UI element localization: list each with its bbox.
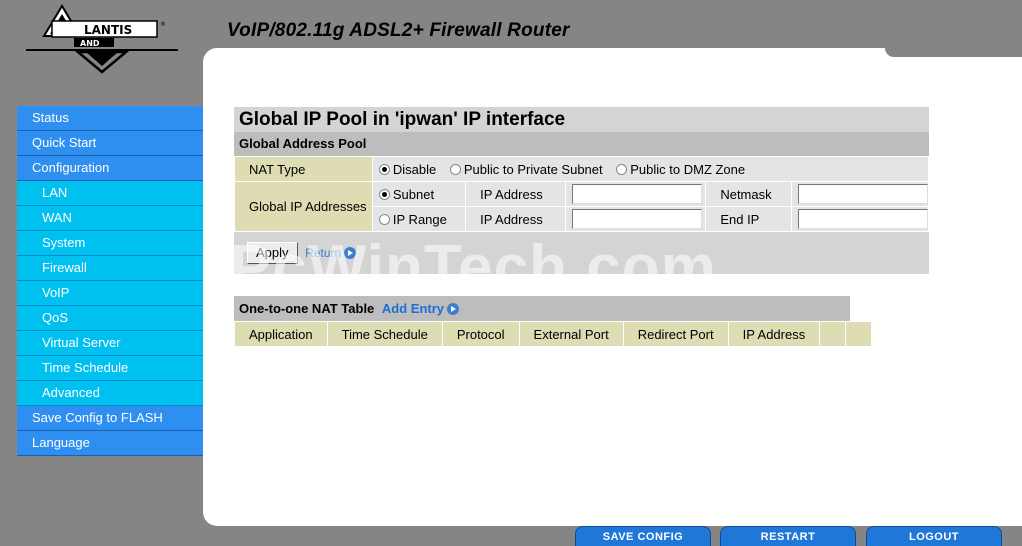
- sidebar-item-virtual-server[interactable]: Virtual Server: [17, 331, 203, 356]
- sidebar-item-time-schedule[interactable]: Time Schedule: [17, 356, 203, 381]
- add-entry-link[interactable]: Add Entry: [381, 301, 460, 316]
- option-label: Subnet: [392, 186, 435, 202]
- svg-text:AND: AND: [80, 39, 100, 48]
- sidebar-nav: Status Quick Start Configuration LAN WAN…: [17, 106, 203, 456]
- range-ip-address-cell: [565, 206, 707, 232]
- page-title: Global IP Pool in 'ipwan' IP interface: [234, 107, 929, 132]
- column-header-external-port: External Port: [518, 321, 624, 347]
- nat-type-disable-option[interactable]: Disable: [378, 161, 437, 177]
- column-header-protocol: Protocol: [441, 321, 520, 347]
- subnet-option[interactable]: Subnet: [371, 181, 467, 207]
- subnet-ip-address-input[interactable]: [572, 184, 703, 204]
- netmask-input[interactable]: [798, 184, 928, 204]
- sidebar-item-advanced[interactable]: Advanced: [17, 381, 203, 406]
- section-title: Global Address Pool: [234, 132, 929, 156]
- global-ip-addresses-label: Global IP Addresses: [234, 181, 373, 232]
- sidebar-item-voip[interactable]: VoIP: [17, 281, 203, 306]
- radio-icon[interactable]: [378, 163, 390, 175]
- radio-icon[interactable]: [616, 163, 628, 175]
- column-header-time-schedule: Time Schedule: [326, 321, 443, 347]
- sidebar-item-language[interactable]: Language: [17, 431, 203, 456]
- atlantis-land-logo: LANTIS ® AND: [26, 4, 178, 74]
- logout-button[interactable]: LOGOUT: [866, 526, 1002, 546]
- option-label: IP Range: [392, 211, 447, 227]
- global-address-pool-table: NAT Type Disable Public to Private Subne…: [234, 156, 930, 232]
- nat-table-title-bar: One-to-one NAT Table Add Entry: [234, 296, 850, 321]
- svg-text:®: ®: [160, 21, 166, 28]
- sidebar-item-status[interactable]: Status: [17, 106, 203, 131]
- subnet-ip-address-cell: [565, 181, 707, 207]
- end-ip-label: End IP: [705, 206, 792, 232]
- range-ip-address-label: IP Address: [465, 206, 567, 232]
- add-entry-label: Add Entry: [381, 301, 445, 316]
- column-header-ip-address: IP Address: [727, 321, 821, 347]
- nat-type-dmz-option[interactable]: Public to DMZ Zone: [616, 162, 745, 177]
- option-label: Public to Private Subnet: [463, 161, 603, 177]
- column-header-empty: [845, 321, 873, 347]
- radio-icon[interactable]: [378, 188, 390, 200]
- column-header-redirect-port: Redirect Port: [622, 321, 729, 347]
- range-ip-address-input[interactable]: [572, 209, 703, 229]
- watermark: PcWinTech.com: [230, 233, 717, 302]
- sidebar-item-qos[interactable]: QoS: [17, 306, 203, 331]
- end-ip-cell: [791, 206, 929, 232]
- column-header-application: Application: [234, 321, 328, 347]
- sidebar-item-wan[interactable]: WAN: [17, 206, 203, 231]
- radio-icon[interactable]: [378, 213, 390, 225]
- product-title: VoIP/802.11g ADSL2+ Firewall Router: [227, 20, 570, 41]
- netmask-cell: [791, 181, 929, 207]
- option-label: Disable: [392, 161, 437, 177]
- sidebar-item-quick-start[interactable]: Quick Start: [17, 131, 203, 156]
- sidebar-item-save-config[interactable]: Save Config to FLASH: [17, 406, 203, 431]
- sidebar-item-firewall[interactable]: Firewall: [17, 256, 203, 281]
- radio-icon[interactable]: [449, 163, 461, 175]
- ip-range-option[interactable]: IP Range: [371, 206, 467, 232]
- netmask-label: Netmask: [705, 181, 792, 207]
- restart-button[interactable]: RESTART: [720, 526, 856, 546]
- column-header-empty: [819, 321, 847, 347]
- panel-notch: [885, 48, 1022, 57]
- sidebar-item-lan[interactable]: LAN: [17, 181, 203, 206]
- sidebar-item-configuration[interactable]: Configuration: [17, 156, 203, 181]
- option-label: Public to DMZ Zone: [630, 161, 746, 177]
- arrow-right-icon: [447, 303, 460, 315]
- nat-table-header: Application Time Schedule Protocol Exter…: [234, 321, 873, 347]
- sidebar-item-system[interactable]: System: [17, 231, 203, 256]
- nat-type-private-subnet-option[interactable]: Public to Private Subnet: [449, 161, 603, 177]
- nat-type-options: Disable Public to Private Subnet Public …: [371, 156, 930, 182]
- end-ip-input[interactable]: [798, 209, 928, 229]
- svg-text:LANTIS: LANTIS: [84, 23, 132, 37]
- save-config-button[interactable]: SAVE CONFIG: [575, 526, 711, 546]
- subnet-ip-address-label: IP Address: [465, 181, 567, 207]
- nat-type-label: NAT Type: [234, 156, 373, 182]
- nat-table-title: One-to-one NAT Table: [239, 301, 375, 316]
